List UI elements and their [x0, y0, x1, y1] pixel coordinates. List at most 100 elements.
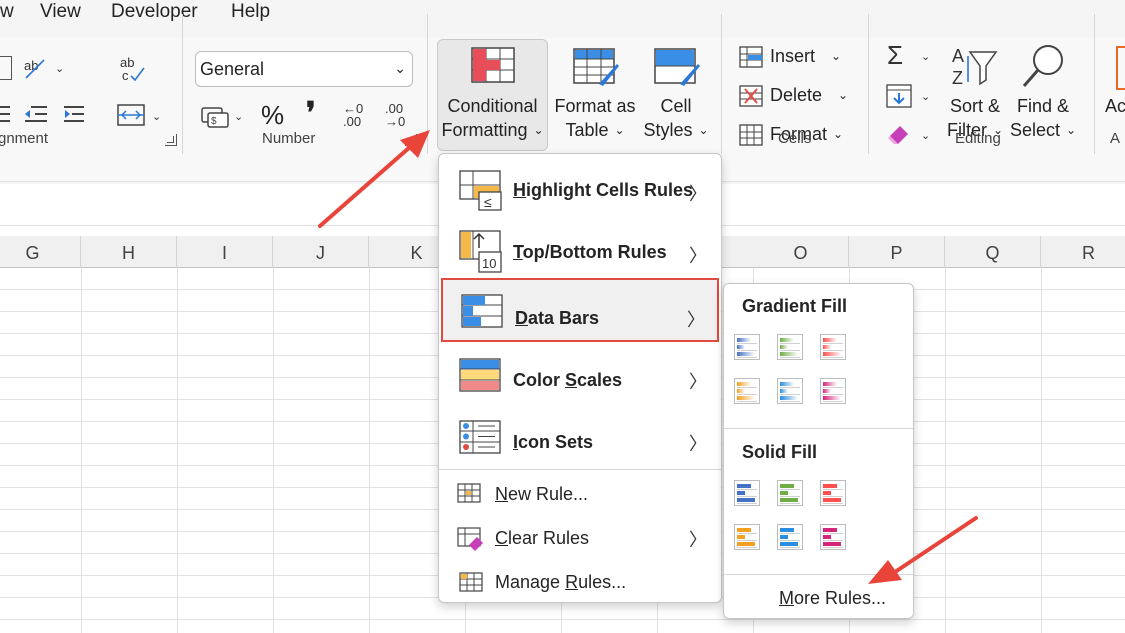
menu-developer[interactable]: Developer [111, 1, 198, 23]
chevron-right-icon: 〉 [689, 530, 707, 550]
gradient-fill-swatch[interactable] [777, 334, 803, 360]
gradient-fill-swatch[interactable] [777, 378, 803, 404]
more-rules-item[interactable]: More Rules... [779, 588, 886, 609]
clear-caret-icon[interactable]: ⌄ [921, 129, 930, 142]
chevron-down-icon: ⌄ [838, 88, 849, 102]
wrap-text-icon[interactable] [0, 56, 12, 80]
menu-view[interactable]: View [40, 1, 81, 23]
svg-text:ab: ab [24, 58, 38, 73]
column-header[interactable]: O [753, 236, 849, 268]
addins-icon[interactable] [1116, 46, 1125, 90]
svg-text:≤: ≤ [484, 194, 492, 210]
solid-fill-swatch[interactable] [734, 524, 760, 550]
top-bottom-icon: 10 [459, 230, 502, 273]
column-header[interactable]: G [0, 236, 81, 268]
column-header[interactable]: I [177, 236, 273, 268]
conditional-formatting-menu: ≤ Highlight Cells Rules 〉 10 Top/Bottom … [438, 153, 722, 603]
orientation-icon[interactable]: ab [22, 54, 52, 82]
accounting-caret-icon[interactable]: ⌄ [234, 110, 243, 123]
spelling-icon[interactable]: abc [118, 54, 146, 82]
group-separator [721, 14, 722, 154]
increase-decimal-button[interactable]: ←0 .00 [343, 102, 369, 128]
menu-item-top-bottom-rules[interactable]: 10 Top/Bottom Rules 〉 [439, 224, 721, 284]
menu-item-manage-rules[interactable]: Manage Rules... [439, 562, 721, 602]
color-scales-icon [459, 358, 501, 392]
menu-item-color-scales[interactable]: Color Scales 〉 [439, 348, 721, 408]
sort-filter-icon: AZ [952, 46, 998, 88]
solid-fill-swatch[interactable] [734, 480, 760, 506]
group-separator [868, 14, 869, 154]
clear-icon[interactable] [886, 122, 912, 146]
column-header[interactable]: P [849, 236, 945, 268]
number-launcher-icon[interactable] [405, 134, 417, 146]
autosum-icon[interactable]: Σ [887, 40, 903, 71]
fill-icon[interactable] [886, 84, 912, 108]
format-as-table-button[interactable]: Format as Table ⌄ [553, 94, 637, 144]
column-header[interactable]: J [273, 236, 369, 268]
solid-fill-heading: Solid Fill [742, 442, 817, 462]
menu-item-clear-rules[interactable]: Clear Rules 〉 [439, 518, 721, 558]
alignment-launcher-icon[interactable] [165, 134, 177, 146]
decrease-decimal-bottom: →0 [385, 114, 406, 129]
merge-caret-icon[interactable]: ⌄ [152, 110, 161, 123]
addins-group-label: A [1110, 130, 1121, 147]
fill-caret-icon[interactable]: ⌄ [921, 90, 930, 103]
format-as-table-icon[interactable] [573, 48, 619, 88]
increase-indent-icon[interactable] [62, 104, 88, 126]
decrease-indent-icon[interactable] [23, 104, 49, 126]
percent-style-button[interactable]: % [261, 100, 284, 131]
number-format-value: General [200, 59, 265, 79]
chevron-down-icon: ⌄ [698, 123, 709, 137]
merge-center-icon[interactable] [117, 104, 145, 126]
menu-help[interactable]: Help [231, 1, 270, 23]
solid-fill-swatch[interactable] [820, 524, 846, 550]
column-header[interactable]: Q [945, 236, 1041, 268]
number-group-label: Number [262, 130, 316, 147]
addins-label[interactable]: Ac [1105, 94, 1125, 118]
gradient-fill-swatch[interactable] [734, 378, 760, 404]
comma-style-button[interactable]: ❜ [306, 96, 316, 131]
group-separator [427, 14, 428, 154]
autosum-caret-icon[interactable]: ⌄ [921, 50, 930, 63]
menu-item-icon-sets[interactable]: Icon Sets 〉 [439, 410, 721, 470]
gradient-fill-swatch[interactable] [820, 378, 846, 404]
find-select-button[interactable]: Find & Select ⌄ [1010, 94, 1076, 144]
data-bars-submenu: Gradient Fill Solid Fill More Rules... [723, 283, 914, 619]
orientation-caret-icon[interactable]: ⌄ [55, 62, 64, 75]
delete-icon [739, 85, 763, 107]
gradient-fill-swatch[interactable] [734, 334, 760, 360]
cell-styles-icon[interactable] [654, 48, 700, 88]
group-separator [182, 14, 183, 154]
svg-text:A: A [952, 46, 964, 66]
menu-item-highlight-cells-rules[interactable]: ≤ Highlight Cells Rules 〉 [439, 162, 721, 220]
insert-button[interactable]: Insert ⌄ [770, 46, 841, 67]
decrease-decimal-button[interactable]: .00 →0 [385, 102, 411, 128]
menu-divider [439, 469, 721, 470]
highlight-cells-icon: ≤ [459, 170, 502, 211]
solid-fill-swatch[interactable] [820, 480, 846, 506]
solid-fill-swatch[interactable] [777, 524, 803, 550]
icon-sets-icon [459, 420, 501, 454]
chevron-right-icon: 〉 [689, 246, 707, 266]
column-header[interactable]: R [1041, 236, 1125, 268]
column-header[interactable]: H [81, 236, 177, 268]
menu-item-new-rule[interactable]: New Rule... [439, 474, 721, 514]
menu-review[interactable]: w [0, 1, 14, 23]
chevron-right-icon: 〉 [689, 184, 707, 204]
solid-fill-swatch[interactable] [777, 480, 803, 506]
new-rule-icon [457, 483, 481, 503]
find-select-icon [1022, 45, 1063, 87]
chevron-down-icon: ⌄ [831, 49, 842, 63]
group-separator [1094, 14, 1095, 154]
align-right-icon[interactable] [0, 104, 12, 126]
chevron-right-icon: 〉 [689, 434, 707, 454]
cell-styles-button[interactable]: Cell Styles ⌄ [640, 94, 712, 144]
menu-item-data-bars[interactable]: Data Bars 〉 [441, 278, 719, 342]
insert-icon [739, 46, 763, 68]
delete-button[interactable]: Delete ⌄ [770, 85, 848, 106]
number-format-select[interactable]: General ⌄ [195, 51, 413, 87]
cells-group-label: Cells [778, 130, 812, 147]
accounting-format-icon[interactable]: $ [200, 104, 230, 128]
gradient-fill-swatch[interactable] [820, 334, 846, 360]
gradient-fill-heading: Gradient Fill [742, 296, 848, 316]
